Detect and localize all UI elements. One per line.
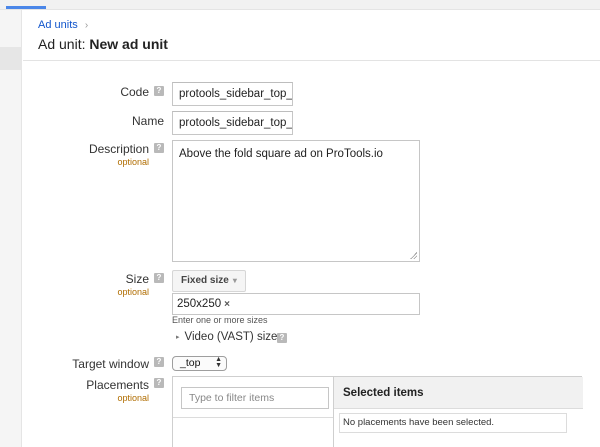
active-tab-indicator — [6, 6, 46, 9]
code-label-text: Code — [120, 85, 149, 99]
no-placements-message: No placements have been selected. — [339, 413, 567, 433]
placements-label-text: Placements — [86, 378, 149, 392]
placements-optional-note: optional — [117, 393, 149, 403]
header-divider — [23, 60, 600, 61]
fixed-size-label: Fixed size — [181, 275, 229, 286]
size-chip-label: 250x250 — [177, 298, 222, 310]
page-title-prefix: Ad unit: — [38, 36, 90, 52]
description-optional-note: optional — [117, 157, 149, 167]
video-sizes-label: Video (VAST) sizes — [184, 331, 284, 343]
code-help-icon[interactable]: ? — [154, 86, 164, 96]
video-sizes-help-icon[interactable]: ? — [277, 333, 287, 343]
available-items-divider — [173, 417, 333, 418]
placements-picker: Type to filter items Selected items No p… — [172, 376, 583, 447]
page-header: Ad units › Ad unit: New ad unit — [23, 10, 600, 60]
code-input[interactable]: protools_sidebar_top_sc — [172, 82, 293, 106]
target-window-help-icon[interactable]: ? — [154, 357, 164, 367]
description-label-text: Description — [88, 142, 149, 156]
target-window-select[interactable]: _top ▲ ▼ — [172, 356, 227, 371]
target-window-label-text: Target window — [72, 357, 149, 371]
target-window-value: _top — [180, 357, 201, 369]
size-help-icon[interactable]: ? — [154, 273, 164, 283]
size-token-input[interactable]: 250x250 × — [172, 293, 420, 315]
page-title: Ad unit: New ad unit — [38, 36, 168, 52]
size-hint: Enter one or more sizes — [172, 315, 268, 325]
remove-chip-icon[interactable]: × — [224, 299, 230, 310]
selected-items-pane: Selected items No placements have been s… — [333, 377, 583, 447]
breadcrumb-separator: › — [84, 20, 89, 31]
select-arrows-icon: ▲ ▼ — [215, 356, 222, 369]
code-label: Code — [22, 85, 149, 99]
expand-triangle-icon: ▸ — [176, 334, 180, 341]
top-bar — [0, 0, 600, 10]
left-nav-selected-item[interactable] — [0, 47, 22, 70]
name-label: Name — [22, 114, 164, 128]
size-optional-note: optional — [117, 287, 149, 297]
target-window-label: Target window — [22, 357, 149, 371]
size-label-text: Size — [125, 272, 149, 286]
breadcrumb: Ad units › — [38, 19, 88, 31]
name-label-text: Name — [131, 114, 164, 128]
page-title-name: New ad unit — [89, 36, 168, 52]
description-help-icon[interactable]: ? — [154, 143, 164, 153]
description-label: Description optional — [22, 142, 149, 167]
placements-label: Placements optional — [22, 378, 149, 403]
breadcrumb-ad-units-link[interactable]: Ad units — [38, 19, 78, 31]
size-chip: 250x250 × — [177, 296, 230, 312]
video-sizes-toggle[interactable]: ▸ Video (VAST) sizes — [176, 331, 283, 343]
resize-grip-icon[interactable] — [410, 252, 417, 259]
description-value: Above the fold square ad on ProTools.io — [179, 148, 383, 160]
fixed-size-dropdown[interactable]: Fixed size ▾ — [172, 270, 246, 292]
description-textarea[interactable]: Above the fold square ad on ProTools.io — [172, 140, 420, 262]
chevron-down-icon: ▾ — [232, 276, 237, 285]
name-input[interactable]: protools_sidebar_top_sc — [172, 111, 293, 135]
placements-help-icon[interactable]: ? — [154, 378, 164, 388]
left-nav-rail — [0, 10, 22, 447]
size-label: Size optional — [22, 272, 149, 297]
placements-filter-input[interactable]: Type to filter items — [181, 387, 329, 409]
selected-items-header: Selected items — [334, 377, 583, 409]
